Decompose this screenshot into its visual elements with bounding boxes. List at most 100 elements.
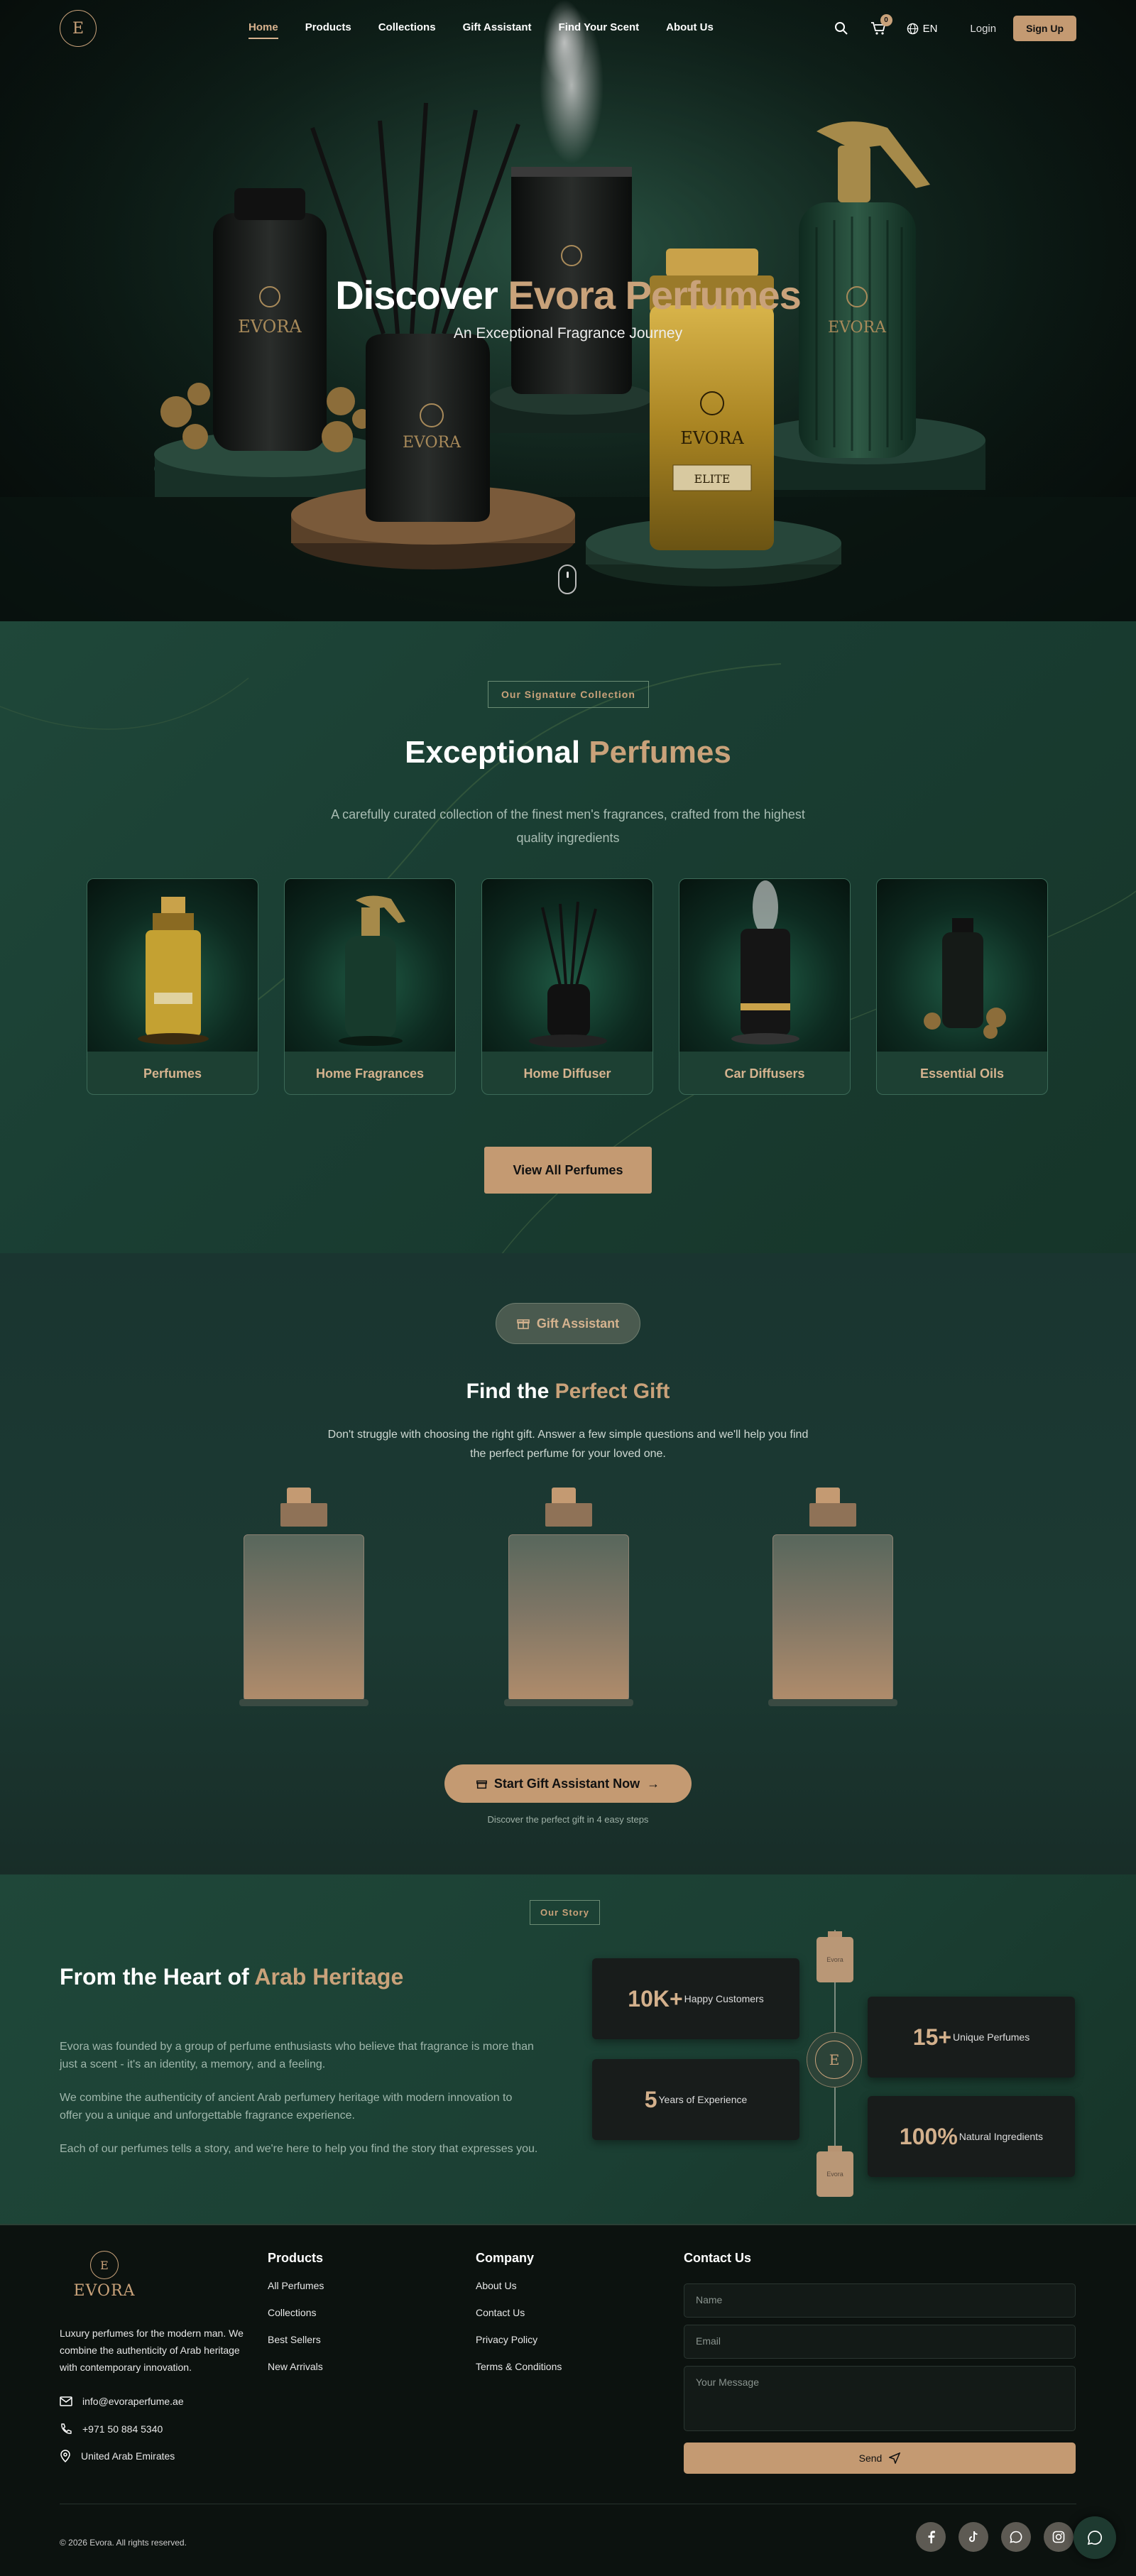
logo-icon[interactable]: E	[60, 10, 97, 47]
reed-diffuser-image	[482, 879, 652, 1052]
facebook-icon[interactable]	[916, 2522, 946, 2552]
timeline-logo-icon: E	[807, 2032, 862, 2087]
nav-collections[interactable]: Collections	[378, 21, 436, 33]
gift-icon	[517, 1319, 530, 1329]
gift-title-white: Find the	[466, 1380, 550, 1403]
globe-icon	[907, 23, 918, 34]
send-icon	[889, 2452, 901, 2464]
signup-button[interactable]: Sign Up	[1013, 16, 1076, 41]
stat-number: 100%	[899, 2123, 958, 2149]
category-label: Car Diffusers	[724, 1066, 805, 1081]
view-all-perfumes-button[interactable]: View All Perfumes	[484, 1147, 652, 1194]
cart-icon[interactable]: 0	[870, 14, 892, 37]
gift-icon	[476, 1780, 487, 1789]
cart-count-badge: 0	[880, 14, 892, 26]
category-card-car-diffusers[interactable]: Car Diffusers	[679, 878, 851, 1095]
login-link[interactable]: Login	[970, 23, 996, 35]
nav-actions: 0 EN Login Sign Up	[813, 14, 1076, 41]
footer-contact-title: Contact Us	[684, 2251, 752, 2265]
send-button[interactable]: Send	[684, 2443, 1076, 2474]
story-p1-line-1: Evora was founded by a group of perfume …	[60, 2041, 534, 2053]
oil-bottle-image	[877, 879, 1047, 1052]
nav-find-your-scent[interactable]: Find Your Scent	[559, 21, 640, 33]
footer-link-about-us[interactable]: About Us	[476, 2280, 562, 2291]
story-title: From the Heart of Arab Heritage	[60, 1964, 403, 1990]
footer-location-text: United Arab Emirates	[81, 2450, 175, 2462]
category-card-home-diffuser[interactable]: Home Diffuser	[481, 878, 653, 1095]
gift-title: Find the Perfect Gift	[0, 1380, 1136, 1404]
story-label: Our Story	[530, 1900, 600, 1925]
hero-bottle-brand-2: EVORA	[403, 434, 462, 452]
footer-phone[interactable]: +971 50 884 5340	[60, 2423, 163, 2435]
footer-link-contact-us[interactable]: Contact Us	[476, 2307, 562, 2318]
location-pin-icon	[60, 2450, 70, 2462]
send-label: Send	[858, 2452, 883, 2464]
footer-link-privacy-policy[interactable]: Privacy Policy	[476, 2334, 562, 2345]
footer-description: Luxury perfumes for the modern man. We c…	[60, 2327, 244, 2373]
footer-contact-column: Contact Us	[684, 2251, 751, 2280]
footer-logo-word: EVORA	[73, 2282, 136, 2300]
gift-pill-label: Gift Assistant	[536, 1316, 620, 1331]
contact-message-field[interactable]: Your Message	[684, 2366, 1076, 2431]
hero-subtitle: An Exceptional Fragrance Journey	[453, 325, 683, 342]
footer-link-new-arrivals[interactable]: New Arrivals	[268, 2361, 324, 2372]
stat-number: 15+	[912, 2024, 952, 2050]
scroll-indicator-icon[interactable]	[558, 564, 577, 594]
copyright: © 2026 Evora. All rights reserved.	[60, 2538, 187, 2548]
stat-happy-customers: 10K+ Happy Customers	[592, 1958, 799, 2039]
gift-note: Discover the perfect gift in 4 easy step…	[487, 1814, 649, 1825]
car-diffuser-image	[679, 879, 850, 1052]
stat-years-experience: 5 Years of Experience	[592, 2059, 799, 2140]
nav-gift-assistant[interactable]: Gift Assistant	[463, 21, 532, 33]
signature-title: Exceptional Perfumes	[0, 735, 1136, 770]
contact-email-field[interactable]: Email	[684, 2325, 1076, 2359]
nav-products[interactable]: Products	[305, 21, 351, 33]
logo-letter: E	[72, 19, 84, 38]
footer-link-collections[interactable]: Collections	[268, 2307, 324, 2318]
gift-title-gold: Perfect Gift	[555, 1380, 670, 1403]
footer-link-terms[interactable]: Terms & Conditions	[476, 2361, 562, 2372]
language-selector[interactable]: EN	[907, 22, 938, 35]
signature-description: A carefully curated collection of the fi…	[0, 803, 1136, 850]
contact-name-field[interactable]: Name	[684, 2283, 1076, 2318]
category-card-home-fragrances[interactable]: Home Fragrances	[284, 878, 456, 1095]
nav-about-us[interactable]: About Us	[666, 21, 714, 33]
gift-bottle-2	[504, 1488, 633, 1706]
category-cards: Perfumes Home Fragrances Home Diffuser C…	[87, 878, 1048, 1095]
page: EVORA EVORA EVORA ELITE EVORA Discover E…	[0, 0, 1136, 2576]
footer-location: United Arab Emirates	[60, 2450, 175, 2462]
story-p2-line-1: We combine the authenticity of ancient A…	[60, 2092, 513, 2104]
spray-bottle-image	[285, 879, 455, 1052]
footer-email-text: info@evoraperfume.ae	[82, 2396, 184, 2407]
arrow-right-icon: →	[647, 1776, 660, 1791]
category-label: Perfumes	[143, 1066, 202, 1081]
story-paragraph-3: Each of our perfumes tells a story, and …	[60, 2143, 538, 2155]
start-gift-assistant-button[interactable]: Start Gift Assistant Now →	[444, 1764, 692, 1803]
signature-collection-section: Our Signature Collection Exceptional Per…	[0, 621, 1136, 1253]
mail-icon	[60, 2396, 72, 2406]
whatsapp-icon[interactable]	[1001, 2522, 1031, 2552]
footer-link-best-sellers[interactable]: Best Sellers	[268, 2334, 324, 2345]
story-paragraph-1: Evora was founded by a group of perfume …	[60, 2038, 550, 2073]
instagram-icon[interactable]	[1044, 2522, 1074, 2552]
our-story-section: Our Story From the Heart of Arab Heritag…	[0, 1874, 1136, 2224]
stat-number: 10K+	[628, 1985, 683, 2012]
story-paragraph-2: We combine the authenticity of ancient A…	[60, 2089, 550, 2124]
gift-bottle-3	[768, 1488, 897, 1706]
perfume-bottle-image	[87, 879, 258, 1052]
footer: E EVORA Luxury perfumes for the modern ma…	[0, 2224, 1136, 2576]
hero-title: Discover Evora Perfumes	[0, 272, 1136, 318]
gift-bottle-1	[239, 1488, 368, 1706]
footer-logo[interactable]: E EVORA	[60, 2251, 149, 2300]
nav-home[interactable]: Home	[248, 21, 278, 39]
footer-link-all-perfumes[interactable]: All Perfumes	[268, 2280, 324, 2291]
category-card-essential-oils[interactable]: Essential Oils	[876, 878, 1048, 1095]
story-p2-line-2: offer you a unique and unforgettable fra…	[60, 2110, 355, 2122]
chat-bubble-icon[interactable]	[1074, 2516, 1116, 2559]
stat-label: Unique Perfumes	[953, 2031, 1030, 2043]
language-label: EN	[922, 22, 938, 35]
category-card-perfumes[interactable]: Perfumes	[87, 878, 258, 1095]
search-icon[interactable]	[833, 20, 850, 37]
footer-email[interactable]: info@evoraperfume.ae	[60, 2396, 184, 2407]
tiktok-icon[interactable]	[958, 2522, 988, 2552]
